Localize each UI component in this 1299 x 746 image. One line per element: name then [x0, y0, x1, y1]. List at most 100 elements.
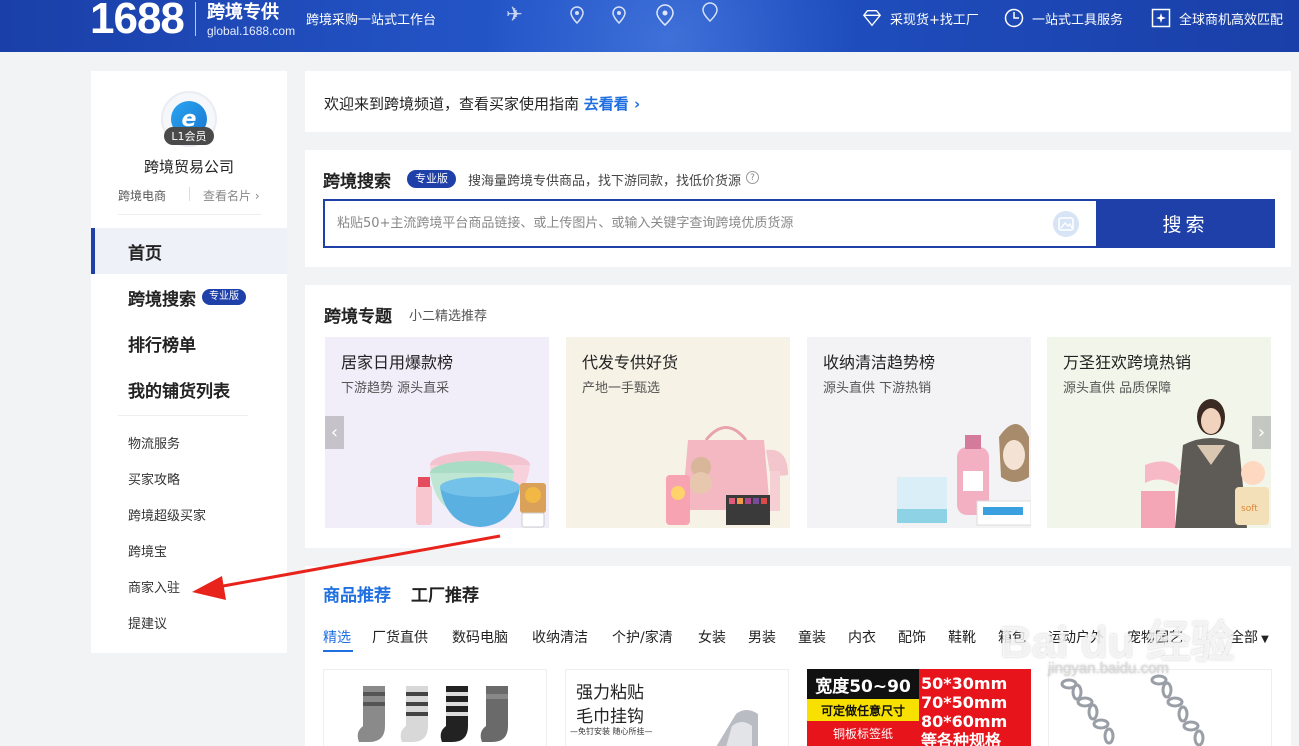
logo-divider: [195, 2, 196, 36]
topics-title: 跨境专题: [324, 307, 392, 327]
sidebar-item-home[interactable]: 首页: [91, 228, 287, 274]
welcome-text: 欢迎来到跨境频道，查看买家使用指南 去看看 ›: [324, 93, 640, 114]
label-custom-size: 可定做任意尺寸: [807, 699, 919, 721]
topic-card-halloween[interactable]: 万圣狂欢跨境热销 源头直供 品质保障 soft: [1047, 337, 1271, 528]
clock-icon: [1004, 8, 1024, 28]
sidebar-link-logistics[interactable]: 物流服务: [128, 433, 180, 452]
sidebar-item-rankings[interactable]: 排行榜单: [91, 320, 287, 366]
sidebar-link-cross-border-treasure[interactable]: 跨境宝: [128, 541, 167, 560]
guide-link[interactable]: 去看看 ›: [584, 95, 640, 113]
topic-card-subtitle: 下游趋势 源头直采: [341, 381, 450, 396]
diamond-icon: [862, 8, 882, 28]
location-pin-icon: [702, 2, 718, 26]
label-sizes: 50*30mm 70*50mm 80*60mm 等各种规格: [921, 674, 1007, 746]
all-categories-dropdown[interactable]: 全部 ▼: [1230, 627, 1269, 647]
svg-text:soft: soft: [1241, 504, 1258, 514]
header-link-tools[interactable]: 一站式工具服务: [1004, 6, 1123, 30]
label-size-1: 50*30mm: [921, 674, 1008, 693]
company-type: 跨境电商: [118, 189, 167, 203]
category-tab[interactable]: 童装: [798, 627, 826, 647]
category-tab[interactable]: 数码电脑: [452, 627, 508, 647]
welcome-banner: 欢迎来到跨境频道，查看买家使用指南 去看看 ›: [305, 71, 1291, 132]
category-tab[interactable]: 厂货直供: [372, 627, 428, 647]
view-card-link[interactable]: 查看名片 ›: [203, 187, 260, 204]
search-box: 搜索: [323, 199, 1275, 248]
left-sidebar: e L1会员 跨境贸易公司 跨境电商 查看名片 › 首页 跨境搜索 专业版 排行…: [91, 71, 287, 653]
carousel-next-button[interactable]: ›: [1252, 416, 1271, 449]
category-tab[interactable]: 男装: [748, 627, 776, 647]
sidebar-link-buyer-guide[interactable]: 买家攻略: [128, 469, 180, 488]
basins-product-image: [416, 451, 546, 528]
member-level-badge: L1会员: [164, 127, 214, 145]
socks-product-image: [357, 686, 508, 742]
search-description: 搜海量跨境专供商品，找下游同款，找低价货源: [468, 174, 742, 189]
help-icon[interactable]: ?: [746, 171, 759, 184]
sidebar-link-feedback[interactable]: 提建议: [128, 613, 167, 632]
chevron-right-icon: ›: [251, 189, 260, 203]
sidebar-link-super-buyer[interactable]: 跨境超级买家: [128, 505, 206, 524]
company-name: 跨境贸易公司: [143, 158, 234, 176]
category-tab[interactable]: 内衣: [848, 627, 876, 647]
caret-down-icon: ▼: [1258, 634, 1269, 645]
search-button[interactable]: 搜索: [1096, 199, 1275, 248]
divider: [118, 214, 261, 215]
topic-card-title: 收纳清洁趋势榜: [823, 353, 936, 372]
product-card-socks[interactable]: [323, 669, 547, 746]
location-pin-icon: [570, 6, 584, 28]
topic-card-title: 代发专供好货: [582, 353, 679, 372]
cross-border-search-panel: 跨境搜索 专业版 搜海量跨境专供商品，找下游同款，找低价货源 ? 搜索: [305, 150, 1291, 267]
search-title: 跨境搜索: [323, 172, 391, 192]
topic-card-subtitle: 源头直供 下游热销: [823, 381, 932, 396]
topic-card-title: 万圣狂欢跨境热销: [1063, 353, 1192, 372]
topic-card-subtitle: 源头直供 品质保障: [1063, 381, 1172, 396]
sidebar-item-label: 我的铺货列表: [128, 381, 230, 402]
carousel-prev-button[interactable]: ‹: [325, 416, 344, 449]
view-card-label: 查看名片: [203, 189, 252, 203]
product-card-labels[interactable]: 宽度50~90 可定做任意尺寸 铜板标签纸 50*30mm 70*50mm 80…: [807, 669, 1031, 746]
sidebar-item-search[interactable]: 跨境搜索 专业版: [91, 274, 287, 320]
cleaning-products-image: [897, 424, 1031, 526]
pro-version-badge: 专业版: [202, 289, 246, 305]
sidebar-item-distribution-list[interactable]: 我的铺货列表: [91, 366, 287, 412]
header-slogan: 跨境采购一站式工作台: [306, 13, 437, 28]
category-tab[interactable]: 收纳清洁: [532, 627, 588, 647]
sidebar-item-label: 跨境搜索: [128, 289, 196, 310]
hook-product-image: [716, 710, 758, 746]
category-tab[interactable]: 鞋靴: [948, 627, 976, 647]
product-card-towel-hook[interactable]: 强力粘贴 毛巾挂钩 —免钉安装 随心所挂—: [565, 669, 789, 746]
category-tab[interactable]: 女装: [698, 627, 726, 647]
search-input[interactable]: [337, 201, 1037, 246]
logo-1688[interactable]: 1688: [90, 0, 185, 44]
header-link-label: 全球商机高效匹配: [1179, 12, 1284, 28]
category-tab[interactable]: 配饰: [898, 627, 926, 647]
tab-product-recommend[interactable]: 商品推荐: [323, 581, 391, 606]
top-header: 1688 跨境专供 global.1688.com 跨境采购一站式工作台 ✈ 采…: [0, 0, 1299, 52]
header-link-label: 采现货+找工厂: [890, 12, 979, 28]
image-search-icon[interactable]: [1053, 211, 1079, 237]
product-card-chains[interactable]: [1048, 669, 1272, 746]
header-link-source[interactable]: 采现货+找工厂: [862, 6, 979, 30]
product-title-line2: 毛巾挂钩: [576, 707, 644, 727]
topic-card-storage-cleaning[interactable]: 收纳清洁趋势榜 源头直供 下游热销: [807, 337, 1031, 528]
guide-link-label: 去看看: [583, 95, 629, 113]
watermark-domain: jingyan.baidu.com: [1048, 660, 1169, 677]
sidebar-link-merchant-join[interactable]: 商家入驻: [128, 577, 180, 596]
label-size-more: 等各种规格: [921, 731, 1002, 746]
active-tab-indicator: [323, 650, 353, 652]
topics-subtitle: 小二精选推荐: [409, 309, 488, 324]
label-width-banner: 宽度50~90: [807, 669, 919, 699]
logo-domain: global.1688.com: [207, 24, 296, 38]
category-tab-featured[interactable]: 精选: [323, 627, 351, 647]
beauty-products-image: [666, 426, 788, 525]
topic-card-dropship[interactable]: 代发专供好货 产地一手甄选: [566, 337, 790, 528]
pro-version-badge: 专业版: [407, 170, 456, 188]
category-tab[interactable]: 个护/家清: [612, 627, 673, 647]
chain-product-image: [1060, 674, 1205, 746]
welcome-message: 欢迎来到跨境频道，查看买家使用指南: [324, 95, 580, 113]
header-link-match[interactable]: 全球商机高效匹配: [1151, 6, 1283, 30]
logo-title[interactable]: 跨境专供: [207, 0, 279, 24]
topic-card-home-goods[interactable]: 居家日用爆款榜 下游趋势 源头直采: [325, 337, 549, 528]
tab-factory-recommend[interactable]: 工厂推荐: [411, 581, 479, 606]
divider: [189, 187, 190, 201]
label-size-3: 80*60mm: [921, 712, 1008, 731]
